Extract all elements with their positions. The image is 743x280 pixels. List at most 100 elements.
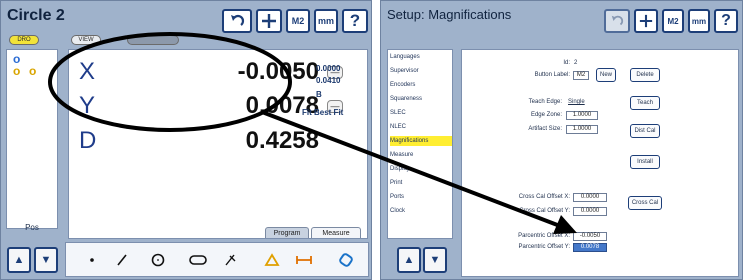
side-value: 0.0000 — [316, 64, 341, 73]
axis-label-d: D — [79, 127, 97, 154]
up-arrow-icon: ▲ — [403, 254, 415, 266]
undo-button[interactable] — [222, 9, 252, 33]
view-mode-button[interactable]: VIEW — [71, 35, 101, 45]
distance-icon — [225, 254, 236, 266]
crosshair-icon — [262, 14, 276, 28]
dro-display: X -0.0050 — Y 0.0078 — D 0.4258 0.0000 0… — [68, 49, 368, 239]
button-label-field[interactable]: M2 — [573, 71, 589, 80]
up-arrow-icon: ▲ — [13, 254, 25, 266]
delete-button[interactable]: Delete — [630, 68, 660, 82]
undo-icon — [231, 14, 245, 26]
circle-icon — [151, 253, 165, 267]
d-value: 0.4258 — [245, 127, 319, 154]
measure-line-button[interactable] — [111, 249, 133, 271]
slot-icon — [189, 255, 207, 265]
dist-cal-button[interactable]: Dist Cal — [630, 124, 660, 138]
menu-item-clock[interactable]: Clock — [390, 206, 452, 216]
setup-title: Setup: Magnifications — [387, 7, 512, 22]
id-value: 2 — [574, 60, 578, 66]
cross-cal-offset-x-field[interactable]: 0.0000 — [573, 193, 607, 202]
setup-menu: Languages Supervisor Encoders Squareness… — [387, 49, 453, 239]
undo-button[interactable] — [604, 9, 630, 33]
teach-edge-label: Teach Edge: — [528, 99, 562, 105]
undo-icon — [611, 15, 624, 26]
magnification-button[interactable]: M2 — [662, 9, 684, 33]
side-b-label: B — [316, 90, 322, 99]
cross-cal-offset-y-label: Cross Cal Offset Y: — [519, 208, 570, 214]
button-label-label: Button Label: — [534, 72, 570, 78]
menu-item-measure[interactable]: Measure — [390, 150, 452, 160]
scroll-down-button[interactable]: ▼ — [423, 247, 447, 273]
measure-point-button[interactable] — [81, 249, 103, 271]
tab-measure[interactable]: Measure — [311, 227, 361, 238]
cross-cal-offset-x-label: Cross Cal Offset X: — [518, 194, 570, 200]
down-arrow-icon: ▼ — [429, 254, 441, 266]
menu-item-magnifications[interactable]: Magnifications — [390, 136, 452, 146]
x-value: -0.0050 — [237, 58, 319, 85]
cross-cal-button[interactable]: Cross Cal — [628, 196, 662, 210]
setup-panel: Setup: Magnifications M2 mm ? Languages … — [380, 0, 743, 280]
units-button[interactable]: mm — [688, 9, 710, 33]
crosshair-icon — [639, 14, 653, 28]
artifact-size-field[interactable]: 1.0000 — [566, 125, 598, 134]
measure-width-button[interactable] — [293, 249, 315, 271]
artifact-size-label: Artifact Size: — [528, 126, 562, 132]
point-feature-icon[interactable]: o — [13, 64, 20, 78]
id-label: Id: — [563, 60, 570, 66]
axis-label-y: Y — [79, 92, 96, 119]
scroll-up-button[interactable]: ▲ — [7, 247, 31, 273]
extra-mode-button[interactable] — [127, 35, 179, 45]
point-icon — [90, 258, 94, 262]
menu-item-print[interactable]: Print — [390, 178, 452, 188]
feature-title: Circle 2 — [7, 7, 65, 24]
measure-angle-button[interactable] — [261, 249, 283, 271]
y-value: 0.0078 — [245, 92, 319, 119]
quick-measure-button[interactable] — [335, 249, 357, 271]
menu-item-squareness[interactable]: Squareness — [390, 94, 452, 104]
down-arrow-icon: ▼ — [40, 254, 52, 266]
parcentric-offset-y-label: Parcentric Offset Y: — [518, 244, 570, 250]
new-button[interactable]: New — [596, 68, 616, 82]
magnification-form: Id: 2 Button Label: M2 New Delete Teach … — [461, 49, 739, 277]
menu-item-ports[interactable]: Ports — [390, 192, 452, 202]
help-button[interactable]: ? — [342, 9, 368, 33]
teach-edge-value[interactable]: Single — [568, 99, 585, 105]
line-icon — [117, 254, 127, 266]
measure-screen-panel: Circle 2 M2 mm ? DRO VIEW o o o Pos X -0… — [0, 0, 372, 280]
measure-slot-button[interactable] — [187, 249, 209, 271]
position-label: Pos — [25, 223, 39, 232]
menu-item-encoders[interactable]: Encoders — [390, 80, 452, 90]
angle-icon — [264, 253, 280, 266]
dro-mode-button[interactable]: DRO — [9, 35, 39, 45]
axis-label-x: X — [79, 58, 96, 85]
width-icon — [296, 256, 312, 264]
tab-program[interactable]: Program — [265, 227, 309, 238]
scroll-up-button[interactable]: ▲ — [397, 247, 421, 273]
edge-zone-label: Edge Zone: — [530, 112, 562, 118]
cross-cal-offset-y-field[interactable]: 0.0000 — [573, 207, 607, 216]
circle-feature-icon[interactable]: o — [29, 64, 36, 78]
install-button[interactable]: Install — [630, 155, 660, 169]
menu-item-nlec[interactable]: NLEC — [390, 122, 452, 132]
menu-item-slec[interactable]: SLEC — [390, 108, 452, 118]
menu-item-display[interactable]: Display — [390, 164, 452, 174]
crosshair-button[interactable] — [634, 9, 658, 33]
measure-distance-button[interactable] — [219, 249, 241, 271]
quick-measure-icon — [339, 253, 353, 267]
parcentric-offset-x-label: Parcentric Offset X: — [518, 233, 570, 239]
edge-zone-field[interactable]: 1.0000 — [566, 111, 598, 120]
menu-item-languages[interactable]: Languages — [390, 52, 452, 62]
parcentric-offset-x-field[interactable]: -0.0050 — [573, 232, 607, 241]
units-button[interactable]: mm — [314, 9, 338, 33]
help-button[interactable]: ? — [714, 9, 738, 33]
parcentric-offset-y-field[interactable]: 0.0078 — [573, 243, 607, 252]
crosshair-button[interactable] — [256, 9, 282, 33]
teach-button[interactable]: Teach — [630, 96, 660, 110]
measure-circle-button[interactable] — [147, 249, 169, 271]
menu-item-supervisor[interactable]: Supervisor — [390, 66, 452, 76]
features-list[interactable]: o o o — [6, 49, 58, 229]
scroll-down-button[interactable]: ▼ — [34, 247, 58, 273]
fit-label: Fit Best Fit — [302, 108, 344, 117]
magnification-button[interactable]: M2 — [286, 9, 310, 33]
side-value: 0.0410 — [316, 76, 341, 85]
